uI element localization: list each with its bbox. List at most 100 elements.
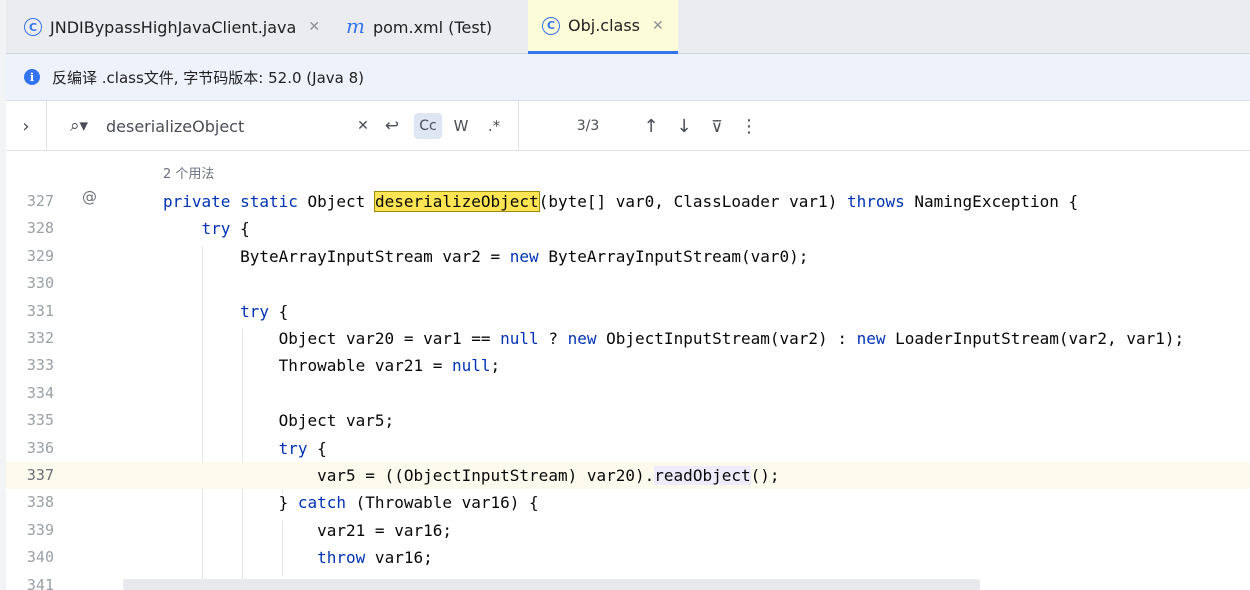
code-token: (byte[] var0, ClassLoader var1) [538,192,847,211]
line-number[interactable]: 333 [6,352,54,379]
new-line-icon[interactable]: ↩ [380,101,404,151]
keyword-token: try [278,438,308,458]
clear-search-icon[interactable]: ✕ [354,101,372,151]
code-token: { [230,219,250,239]
code-text: } catch (Throwable var16) { [163,489,539,516]
code-token: Object var5; [163,411,395,431]
keyword-token: static [240,192,298,211]
line-number[interactable]: 331 [6,298,54,325]
code-text: try { [163,215,250,242]
line-number[interactable]: 327 [6,188,54,215]
regex-toggle[interactable]: .* [482,101,506,151]
line-number[interactable]: 329 [6,243,54,270]
match-case-toggle[interactable]: Cc [414,113,442,139]
line-number[interactable]: 335 [6,407,54,434]
line-number[interactable]: 328 [6,215,54,242]
code-line[interactable]: 332 Object var20 = var1 == null ? new Ob… [6,325,1250,352]
code-token: LoaderInputStream(var2, var1); [885,329,1185,348]
code-line[interactable]: 330 [6,270,1250,297]
code-token: (); [750,466,780,485]
code-token: var21 = var16; [163,520,452,540]
code-token: ObjectInputStream(var2) : [596,329,857,348]
code-line[interactable]: 333 Throwable var21 = null; [6,352,1250,379]
line-number[interactable]: 336 [6,435,54,462]
filter-icon[interactable]: ⊽ [706,101,728,151]
tab-obj-class[interactable]: C Obj.class ✕ [528,0,678,54]
search-input[interactable]: deserializeObject [106,101,356,151]
line-number[interactable]: 330 [6,270,54,297]
code-text: throw var16; [163,544,433,571]
code-token: (Throwable var16) { [346,493,539,513]
code-line[interactable]: 339 var21 = var16; [6,517,1250,544]
search-history-icon[interactable]: ⌕▾ [66,101,92,151]
class-icon: C [24,18,42,36]
code-line[interactable]: 329 ByteArrayInputStream var2 = new Byte… [6,243,1250,270]
code-token: ? [538,329,568,348]
editor-tab-bar: C JNDIBypassHighJavaClient.java ✕ m pom.… [0,0,1250,54]
next-occurrence-arrow-down-icon[interactable]: ↓ [673,101,695,151]
code-text: Object var20 = var1 == null ? new Object… [163,325,1185,352]
implements-at-icon[interactable]: @ [82,188,97,206]
code-line[interactable]: 336 try { [6,435,1250,462]
info-icon: i [24,69,40,85]
code-token: var16; [365,548,433,568]
keyword-token: new [567,329,597,348]
line-number[interactable]: 338 [6,489,54,516]
tab-jndibypasshighjavaclient[interactable]: C JNDIBypassHighJavaClient.java ✕ [24,0,330,54]
code-token: Throwable var21 = [163,356,452,376]
code-token: Object var20 = var1 == [163,329,501,348]
code-text: try { [163,435,327,462]
code-line[interactable]: 331 try { [6,298,1250,325]
code-line[interactable]: 335 Object var5; [6,407,1250,434]
keyword-token: null [451,356,491,376]
code-text: private static Object deserializeObject(… [163,188,1078,215]
divider [518,101,519,151]
code-token: { [268,301,289,321]
code-line[interactable]: 327 private static Object deserializeObje… [6,188,1250,215]
line-number[interactable]: 341 [6,572,54,590]
code-text: var21 = var16; [163,517,452,544]
close-icon[interactable]: ✕ [308,19,320,35]
previous-occurrence-arrow-up-icon[interactable]: ↑ [640,101,662,151]
tab-label: Obj.class [568,16,640,35]
keyword-token: try [240,301,269,321]
code-text: Object var5; [163,407,395,434]
tab-label: pom.xml (Test) [372,17,493,37]
tab-label: JNDIBypassHighJavaClient.java [50,17,297,37]
code-token: } [163,493,298,513]
horizontal-scrollbar[interactable] [123,579,980,590]
find-bar: › ⌕▾ deserializeObject ✕ ↩ Cc W .* 3/3 ↑… [6,101,1250,151]
keyword-token: catch [297,493,347,513]
close-icon[interactable]: ✕ [652,18,664,34]
code-line[interactable]: 328 try { [6,215,1250,242]
line-number[interactable]: 337 [6,462,54,489]
code-line[interactable]: 337 var5 = ((ObjectInputStream) var20).r… [6,462,1250,490]
method-call-token: readObject [654,466,751,485]
tab-pom-xml[interactable]: m pom.xml (Test) [346,0,526,54]
code-line[interactable]: 340 throw var16; [6,544,1250,571]
keyword-token: try [201,219,231,239]
code-token: ; [490,356,501,376]
line-number[interactable]: 334 [6,380,54,407]
code-line[interactable]: 338 } catch (Throwable var16) { [6,489,1250,516]
code-line[interactable]: 334 [6,380,1250,407]
code-token: NamingException { [904,192,1079,211]
more-options-icon[interactable]: ⋮ [738,101,760,151]
line-number[interactable]: 332 [6,325,54,352]
left-tool-strip [0,0,6,590]
expand-replace-chevron-icon[interactable]: › [16,101,36,151]
code-token: { [307,438,327,458]
line-number[interactable]: 340 [6,544,54,571]
usage-hint[interactable]: 2 个用法 [163,163,214,182]
code-editor[interactable]: 2 个用法 327 private static Object deseriali… [6,151,1250,590]
code-token: Object [297,192,375,211]
code-text: var5 = ((ObjectInputStream) var20).readO… [163,462,780,489]
line-number[interactable]: 339 [6,517,54,544]
code-text: Throwable var21 = null; [163,352,501,379]
whole-words-toggle[interactable]: W [450,101,472,151]
class-icon: C [542,16,560,35]
